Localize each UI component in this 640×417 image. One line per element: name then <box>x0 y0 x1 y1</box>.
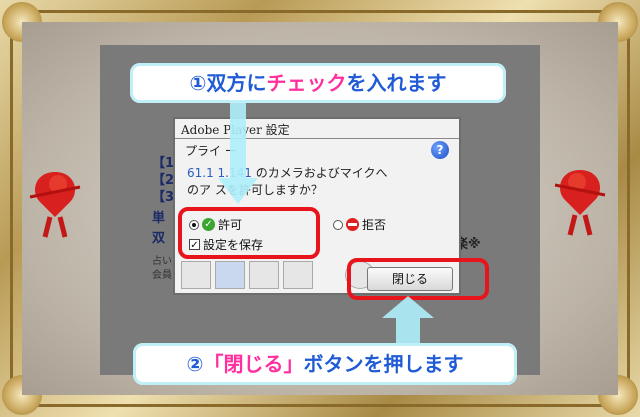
banner-top-part3: を入れます <box>346 71 447 95</box>
highlight-allow-remember <box>178 207 320 259</box>
page-gray-line-2: 会員 <box>152 270 172 281</box>
instruction-banner-top: ①双方にチェックを入れます <box>130 63 506 103</box>
banner-bottom-part2: 「閉じる」 <box>203 352 304 376</box>
permission-message-text: のカメラおよびマイクへ <box>255 166 388 180</box>
instruction-banner-bottom: ②「閉じる」ボタンを押します <box>133 343 517 385</box>
arrow-up-icon <box>382 296 434 344</box>
privacy-tab-icon[interactable] <box>215 261 245 289</box>
banner-top-part1: ①双方に <box>189 71 267 95</box>
deny-label: 拒否 <box>362 218 387 232</box>
highlight-close-button <box>347 258 489 300</box>
page-gray-line-1: 占い <box>152 256 172 267</box>
help-icon[interactable]: ? <box>431 141 449 159</box>
microphone-tab-icon[interactable] <box>283 261 313 289</box>
deny-radio[interactable] <box>333 219 343 230</box>
storage-tab-icon[interactable] <box>249 261 279 289</box>
banner-bottom-part1: ② <box>186 352 204 376</box>
banner-bottom-part3: ボタンを押します <box>303 352 464 376</box>
cupid-left-icon <box>29 172 81 238</box>
arrow-down-icon <box>218 100 258 204</box>
cupid-right-icon <box>554 170 606 236</box>
deny-option[interactable]: 拒否 <box>333 216 386 233</box>
banner-top-part2: チェック <box>266 71 347 95</box>
red-deny-icon <box>346 218 359 231</box>
display-tab-icon[interactable] <box>181 261 211 289</box>
